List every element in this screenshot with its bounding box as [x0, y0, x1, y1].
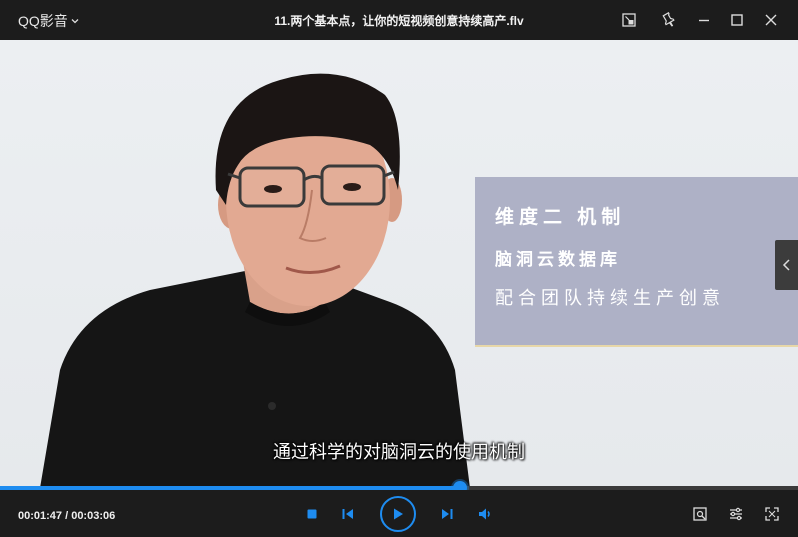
next-icon	[442, 509, 453, 519]
control-bar: 00:01:47 / 00:03:06	[0, 490, 798, 537]
video-subtitle: 通过科学的对脑洞云的使用机制	[273, 442, 525, 462]
play-icon	[394, 508, 403, 520]
title-bar: QQ影音 11.两个基本点，让你的短视频创意持续高产.flv	[0, 0, 798, 40]
pin-button[interactable]	[656, 8, 680, 32]
volume-button[interactable]	[475, 504, 495, 524]
picture-in-picture-button[interactable]	[617, 8, 641, 32]
settings-button[interactable]	[726, 504, 746, 524]
screenshot-icon	[693, 507, 707, 521]
maximize-button[interactable]	[725, 8, 749, 32]
app-name: QQ影音	[18, 13, 68, 29]
pin-icon	[662, 12, 675, 27]
minimize-icon	[699, 19, 709, 22]
settings-icon	[730, 507, 742, 521]
minimize-button[interactable]	[692, 8, 716, 32]
maximize-icon	[731, 14, 743, 26]
fullscreen-button[interactable]	[762, 504, 782, 524]
card-description: 配合团队持续生产创意	[495, 288, 725, 308]
fullscreen-icon	[765, 507, 779, 521]
chevron-left-icon	[782, 259, 790, 271]
stop-button[interactable]	[302, 504, 322, 524]
app-menu-chevron-icon	[71, 19, 79, 24]
video-display[interactable]: 维度二 机制 脑洞云数据库 配合团队持续生产创意 通过科学的对脑洞云的使用机制	[0, 40, 798, 488]
stop-icon	[307, 509, 317, 519]
close-icon	[765, 14, 777, 26]
app-menu-button[interactable]: QQ影音	[18, 11, 80, 31]
previous-button[interactable]	[338, 504, 358, 524]
playlist-toggle-button[interactable]	[775, 240, 798, 290]
info-card: 维度二 机制 脑洞云数据库 配合团队持续生产创意	[475, 177, 798, 347]
previous-icon	[342, 509, 353, 519]
card-heading: 维度二 机制	[495, 207, 626, 228]
time-display: 00:01:47 / 00:03:06	[18, 510, 116, 522]
next-button[interactable]	[437, 504, 457, 524]
picture-in-picture-icon	[622, 13, 636, 27]
volume-icon	[479, 508, 490, 520]
close-button[interactable]	[759, 8, 783, 32]
screenshot-button[interactable]	[690, 504, 710, 524]
play-button[interactable]	[380, 496, 416, 532]
card-subheading: 脑洞云数据库	[495, 250, 621, 269]
